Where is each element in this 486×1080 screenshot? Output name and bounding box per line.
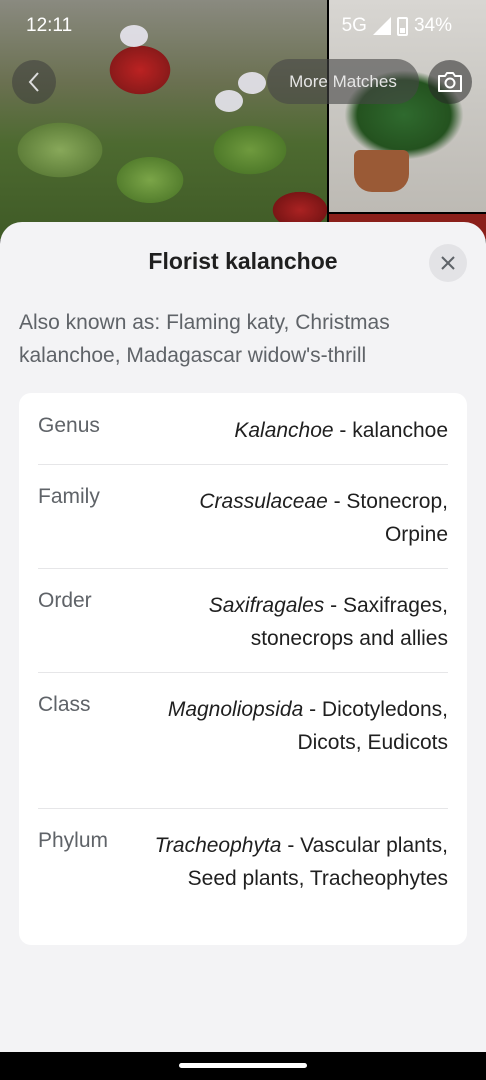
status-bar: 12:11 5G 34% (0, 0, 486, 52)
taxonomy-value: Crassulaceae - Stonecrop, Orpine (148, 485, 448, 551)
taxonomy-value: Saxifragales - Saxifrages, stonecrops an… (148, 589, 448, 655)
close-icon (441, 256, 455, 270)
taxonomy-row-class: Class Magnoliopsida - Dicotyledons, Dico… (38, 693, 448, 792)
back-button[interactable] (12, 60, 56, 104)
taxonomy-label: Order (38, 589, 92, 612)
signal-icon (372, 17, 391, 35)
scientific-name: Kalanchoe (234, 419, 334, 442)
home-gesture-handle[interactable] (179, 1063, 307, 1068)
status-time: 12:11 (26, 15, 73, 36)
row-divider (38, 464, 448, 465)
system-navigation-bar (0, 1052, 486, 1080)
taxonomy-value: Magnoliopsida - Dicotyledons, Dicots, Eu… (148, 693, 448, 759)
row-divider (38, 808, 448, 809)
scientific-name: Crassulaceae (199, 490, 328, 513)
flower-decoration (215, 90, 243, 112)
taxonomy-row-genus: Genus Kalanchoe - kalanchoe (38, 414, 448, 447)
taxonomy-row-phylum: Phylum Tracheophyta - Vascular plants, S… (38, 829, 448, 928)
scientific-name: Magnoliopsida (167, 698, 304, 721)
row-divider (38, 672, 448, 673)
taxonomy-value: Tracheophyta - Vascular plants, Seed pla… (148, 829, 448, 895)
battery-icon (396, 16, 408, 36)
common-name: - Stonecrop, Orpine (327, 490, 448, 546)
taxonomy-value: Kalanchoe - kalanchoe (148, 414, 448, 447)
common-name: - Dicotyledons, Dicots, Eudicots (297, 698, 448, 754)
plant-details-sheet: Florist kalanchoe Also known as: Flaming… (0, 222, 486, 1052)
plant-pot (354, 150, 409, 192)
more-matches-button[interactable]: More Matches (267, 59, 419, 104)
camera-button[interactable] (428, 60, 472, 104)
scientific-name: Saxifragales (208, 594, 325, 617)
network-type: 5G (341, 15, 367, 36)
scientific-name: Tracheophyta (154, 834, 282, 857)
flower-decoration (238, 72, 266, 94)
more-matches-label: More Matches (289, 71, 397, 91)
taxonomy-label: Phylum (38, 829, 109, 852)
status-indicators: 5G 34% (342, 15, 452, 37)
also-known-as: Also known as: Flaming katy, Christmas k… (19, 311, 390, 367)
taxonomy-row-family: Family Crassulaceae - Stonecrop, Orpine (38, 485, 448, 551)
row-divider (38, 568, 448, 569)
taxonomy-label: Genus (38, 414, 100, 437)
taxonomy-label: Class (38, 693, 91, 716)
common-name: - kalanchoe (333, 419, 448, 442)
chevron-left-icon (28, 72, 39, 92)
taxonomy-card: Genus Kalanchoe - kalanchoe Family Crass… (19, 393, 467, 945)
camera-icon (438, 72, 462, 92)
close-button[interactable] (429, 244, 467, 282)
battery-level: 34% (413, 15, 452, 36)
taxonomy-label: Family (38, 485, 100, 508)
plant-name-title: Florist kalanchoe (148, 248, 338, 274)
taxonomy-row-order: Order Saxifragales - Saxifrages, stonecr… (38, 589, 448, 655)
